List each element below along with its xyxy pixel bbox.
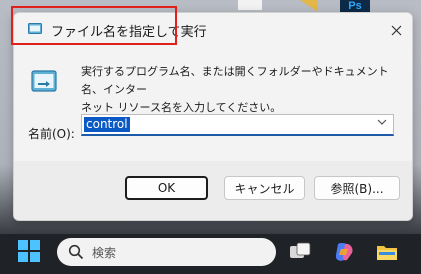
instruction-line-1: 実行するプログラム名、または開くフォルダーやドキュメント名、インター [81,65,389,96]
file-explorer-icon[interactable] [375,240,399,264]
desktop-shortcut-icon[interactable] [300,0,318,12]
chevron-down-icon[interactable] [377,118,387,129]
taskbar: 検索 [0,234,421,274]
button-bar: OK キャンセル 参照(B)... [14,161,412,220]
run-program-icon [31,70,57,92]
desktop-window-fragment [238,0,262,10]
run-dialog: ファイル名を指定して実行 実行するプログラム名、または開くフォルダーやドキュメン… [13,12,413,221]
title-bar: ファイル名を指定して実行 [14,13,412,45]
desktop: Ps ファイル名を指定して実行 実行するプログラム名、または開くフォルダーやドキ… [0,0,421,274]
photoshop-icon[interactable]: Ps [340,0,370,12]
program-name-input[interactable]: control [84,117,130,132]
taskbar-search-box[interactable]: 検索 [57,238,276,266]
windows-start-icon[interactable] [18,240,40,262]
search-placeholder: 検索 [92,246,117,260]
browse-button[interactable]: 参照(B)... [314,176,400,200]
run-app-icon [28,23,42,34]
cancel-button[interactable]: キャンセル [224,176,305,200]
close-button[interactable] [385,19,407,41]
instruction-text: 実行するプログラム名、または開くフォルダーやドキュメント名、インター ネット リ… [81,63,401,117]
ok-button[interactable]: OK [125,176,208,200]
dialog-title: ファイル名を指定して実行 [51,25,207,40]
program-name-combobox[interactable]: control [81,114,394,136]
search-icon [68,244,84,260]
copilot-icon[interactable] [332,240,356,264]
name-label: 名前(O): [28,127,75,141]
close-icon [391,25,401,35]
task-view-icon[interactable] [288,240,312,264]
photoshop-label: Ps [348,0,362,12]
